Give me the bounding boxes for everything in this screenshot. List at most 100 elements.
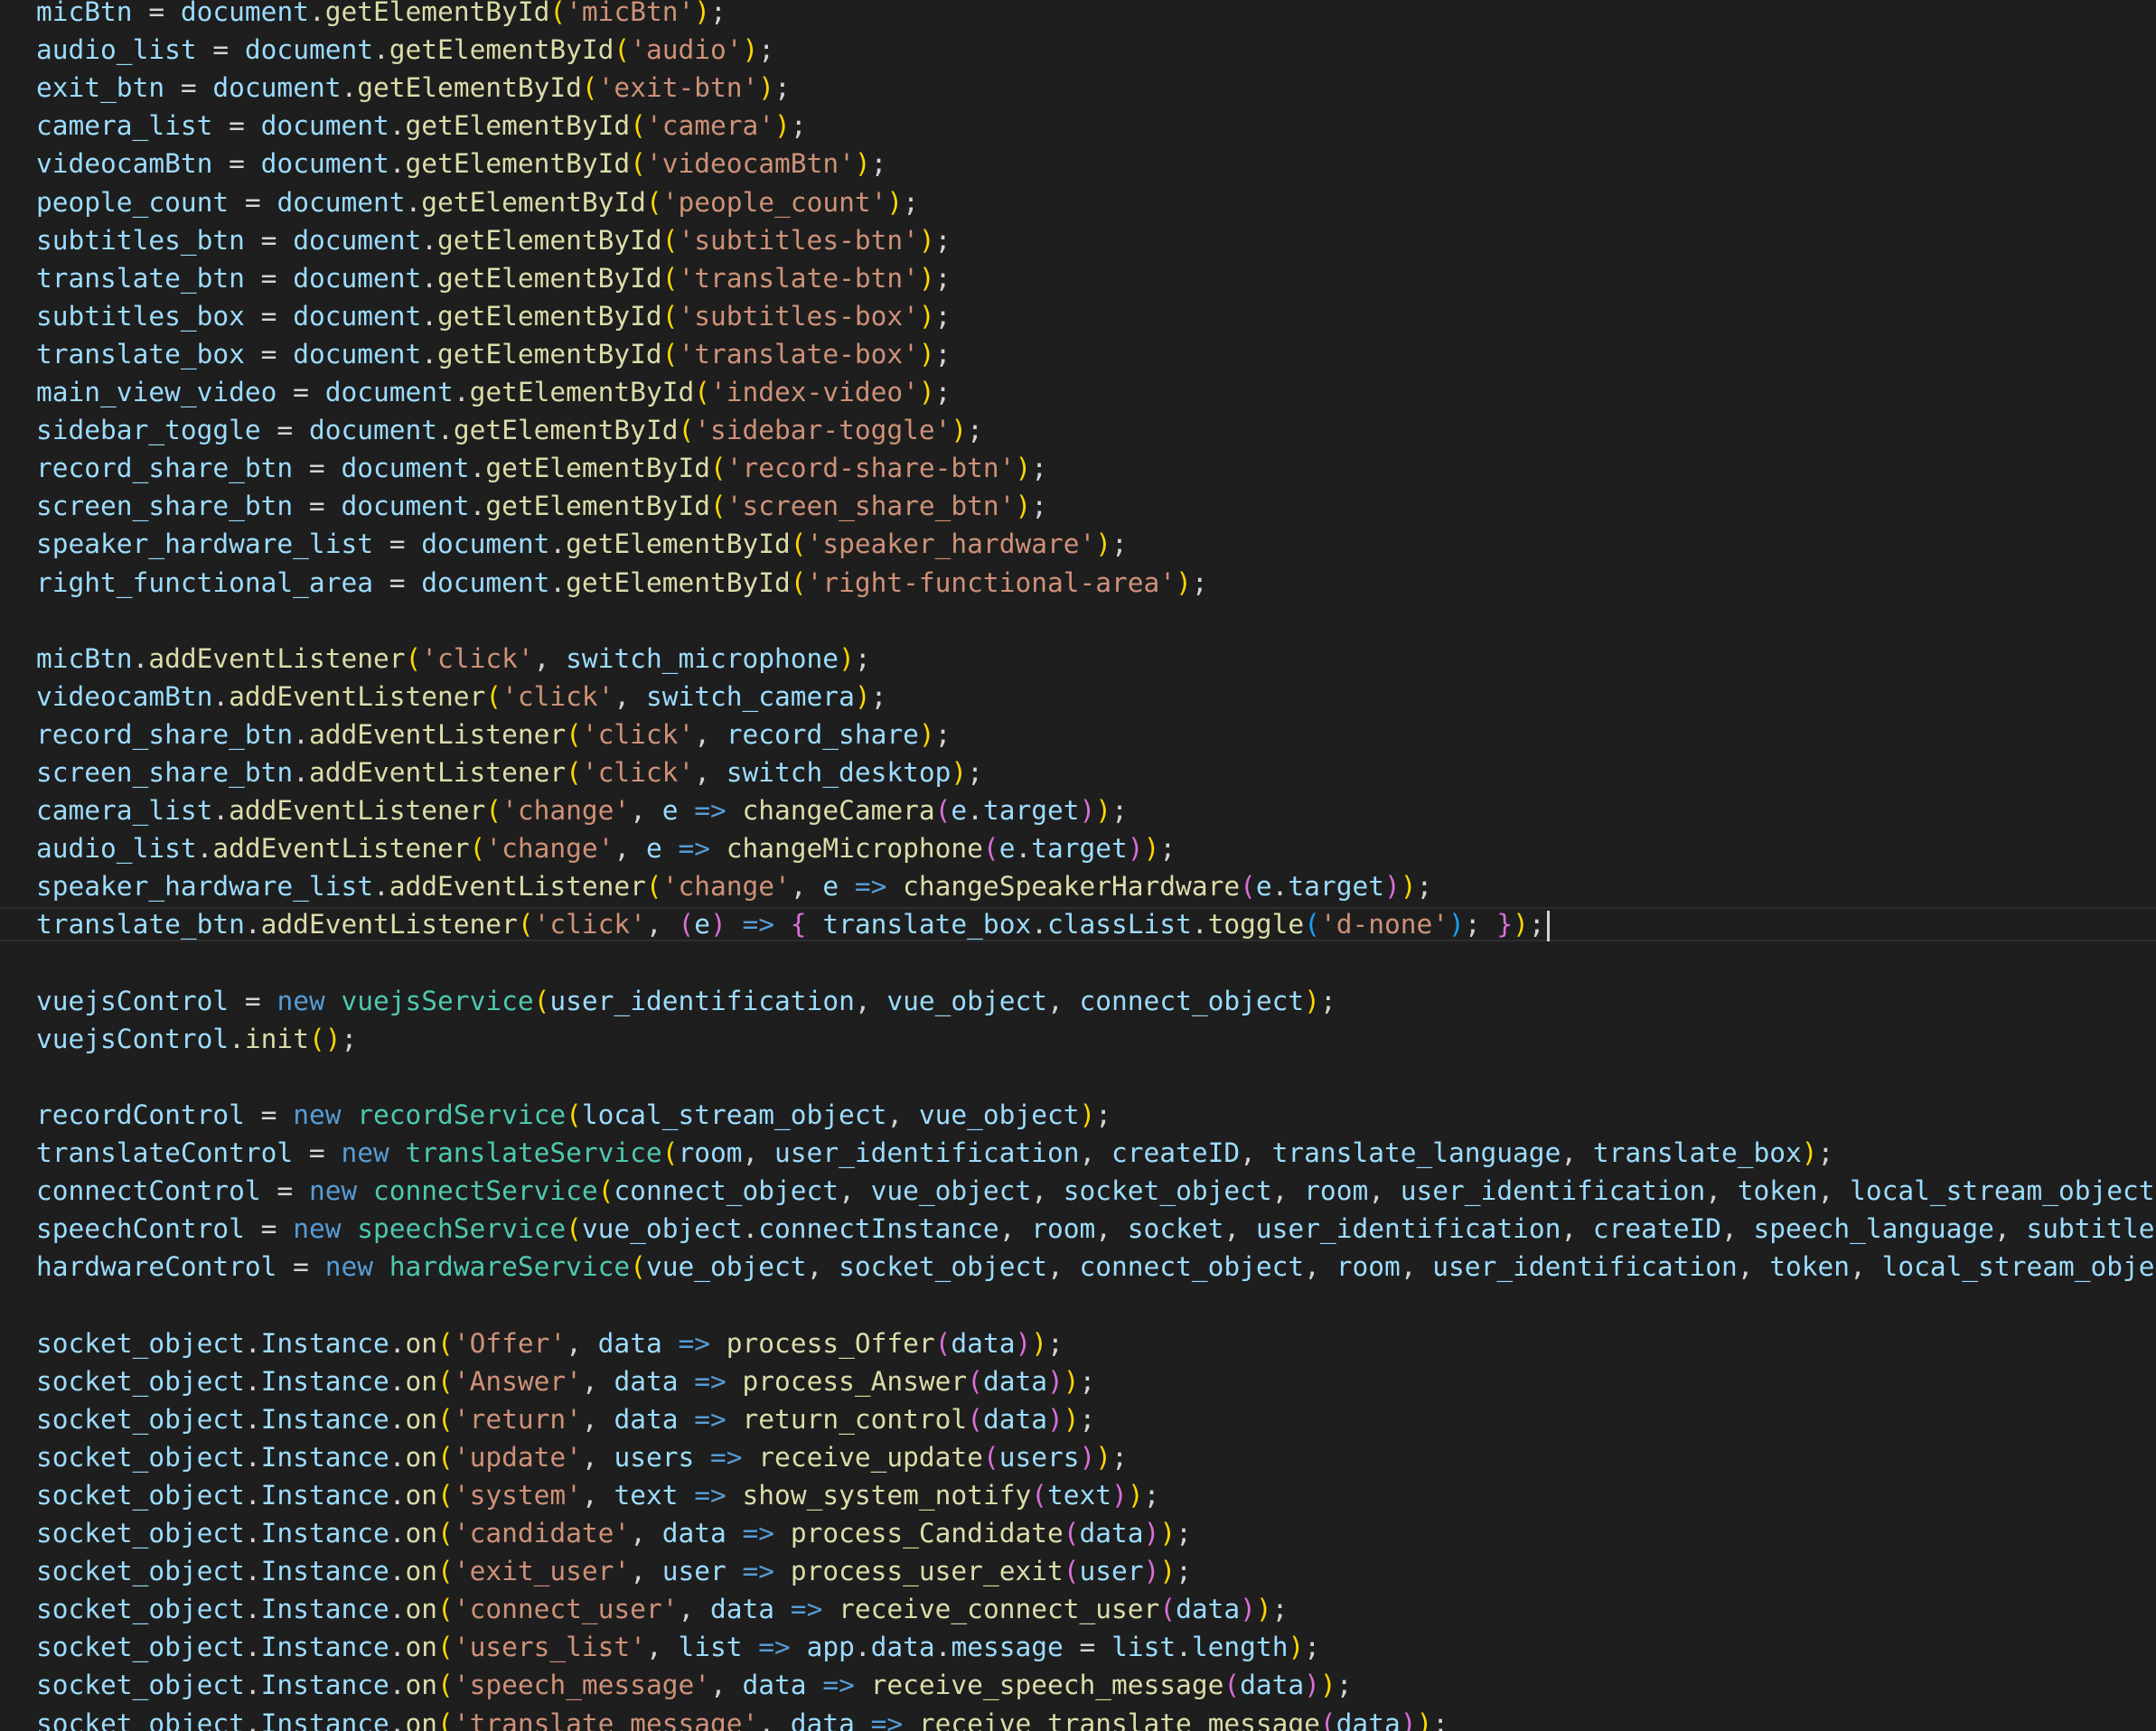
punctuation-token: .	[244, 909, 261, 940]
code-line[interactable]: socket_object.Instance.on('Answer', data…	[36, 1362, 1095, 1400]
code-line[interactable]: socket_object.Instance.on('speech_messag…	[36, 1666, 1352, 1704]
keyword-token: =>	[678, 1479, 743, 1511]
function-token: getElementById	[437, 338, 662, 370]
code-line[interactable]: socket_object.Instance.on('candidate', d…	[36, 1514, 1192, 1552]
class-token: recordService	[357, 1099, 567, 1130]
code-line[interactable]: videocamBtn.addEventListener('click', sw…	[36, 678, 886, 716]
code-line[interactable]: right_functional_area = document.getElem…	[36, 564, 1208, 602]
bracket-token: )	[1079, 1441, 1096, 1473]
code-line[interactable]: sidebar_toggle = document.getElementById…	[36, 411, 983, 449]
code-line[interactable]: record_share_btn.addEventListener('click…	[36, 716, 951, 753]
bracket-token: (	[469, 833, 486, 865]
string-token: 'screen_share_btn'	[726, 491, 1016, 522]
code-line[interactable]: socket_object.Instance.on('users_list', …	[36, 1628, 1320, 1666]
code-line[interactable]: camera_list.addEventListener('change', e…	[36, 791, 1128, 829]
code-line[interactable]: connectControl = new connectService(conn…	[36, 1172, 2156, 1210]
identifier-token: document	[293, 300, 422, 332]
bracket-token: )	[1127, 1479, 1144, 1511]
code-line[interactable]: audio_list = document.getElementById('au…	[36, 31, 774, 69]
code-line[interactable]: socket_object.Instance.on('exit_user', u…	[36, 1552, 1192, 1590]
code-line[interactable]: audio_list.addEventListener('change', e …	[36, 829, 1176, 867]
identifier-token: token	[1769, 1251, 1851, 1283]
identifier-token: document	[277, 186, 406, 218]
identifier-token: videocamBtn	[36, 148, 213, 180]
bracket-token: )	[1047, 1403, 1064, 1435]
code-line[interactable]: screen_share_btn.addEventListener('click…	[36, 753, 983, 791]
identifier-token: socket_object	[36, 1556, 245, 1587]
code-line[interactable]: translateControl = new translateService(…	[36, 1134, 1833, 1172]
identifier-token: right_functional_area	[36, 566, 373, 598]
function-token: on	[405, 1708, 438, 1731]
code-line[interactable]: exit_btn = document.getElementById('exit…	[36, 69, 791, 107]
punctuation-token: .	[244, 1708, 261, 1731]
code-line[interactable]: socket_object.Instance.on('update', user…	[36, 1438, 1128, 1476]
bracket-token: )	[1063, 1403, 1080, 1435]
code-line[interactable]: micBtn = document.getElementById('micBtn…	[36, 0, 726, 31]
punctuation-token: .	[549, 529, 567, 560]
code-line[interactable]: translate_btn = document.getElementById(…	[36, 259, 951, 297]
function-token: getElementById	[453, 415, 679, 446]
identifier-token: micBtn	[36, 642, 133, 674]
bracket-token: (	[694, 377, 710, 407]
bracket-token: (	[437, 1632, 454, 1663]
code-line[interactable]: videocamBtn = document.getElementById('v…	[36, 145, 886, 182]
punctuation-token: ,	[1095, 1213, 1128, 1245]
punctuation-token: .	[421, 262, 438, 294]
punctuation-token	[807, 909, 823, 940]
code-line[interactable]: subtitles_box = document.getElementById(…	[36, 297, 951, 335]
code-line[interactable]: recordControl = new recordService(local_…	[36, 1096, 1111, 1134]
identifier-token: document	[308, 415, 438, 446]
identifier-token: length	[1191, 1632, 1289, 1663]
code-line[interactable]: screen_share_btn = document.getElementBy…	[36, 487, 1047, 525]
code-line[interactable]: micBtn.addEventListener('click', switch_…	[36, 640, 871, 678]
code-line[interactable]: speaker_hardware_list.addEventListener('…	[36, 867, 1432, 905]
punctuation-token: =	[229, 186, 277, 218]
code-line[interactable]: vuejsControl = new vuejsService(user_ide…	[36, 982, 1336, 1020]
string-token: 'click'	[533, 909, 646, 940]
punctuation-token: ,	[645, 909, 679, 940]
punctuation-token: .	[293, 757, 309, 788]
identifier-token: socket_object	[36, 1327, 245, 1359]
identifier-token: user_identification	[1432, 1251, 1738, 1283]
bracket-token: )	[1079, 795, 1096, 827]
code-line[interactable]: speechControl = new speechService(vue_ob…	[36, 1210, 2156, 1248]
punctuation-token: ,	[998, 1213, 1032, 1245]
code-line[interactable]: socket_object.Instance.on('system', text…	[36, 1476, 1159, 1514]
punctuation-token: ,	[1031, 1175, 1064, 1207]
bracket-token: (	[437, 1518, 454, 1549]
string-token: 'click'	[581, 718, 695, 750]
code-line[interactable]: socket_object.Instance.on('translate_mes…	[36, 1705, 1448, 1731]
bracket-token: (	[967, 1403, 983, 1435]
punctuation-token: =	[260, 1175, 309, 1207]
bracket-token: (	[405, 642, 422, 674]
function-token: addEventListener	[260, 909, 518, 940]
keyword-token: =>	[694, 1441, 759, 1473]
code-line[interactable]: subtitles_btn = document.getElementById(…	[36, 221, 951, 259]
identifier-token: audio_list	[36, 34, 197, 66]
code-editor[interactable]: micBtn = document.getElementById('micBtn…	[0, 0, 2156, 1731]
code-line[interactable]: socket_object.Instance.on('connect_user'…	[36, 1590, 1288, 1628]
string-token: 'speaker_hardware'	[806, 529, 1096, 560]
code-line[interactable]: translate_btn.addEventListener('click', …	[36, 905, 1550, 943]
code-line[interactable]: translate_box = document.getElementById(…	[36, 335, 951, 373]
code-line[interactable]: people_count = document.getElementById('…	[36, 183, 919, 221]
punctuation-token: ,	[566, 1327, 598, 1359]
bracket-token: (	[661, 224, 679, 256]
identifier-token: data	[790, 1708, 855, 1731]
bracket-token: (	[437, 1479, 454, 1511]
code-line[interactable]: main_view_video = document.getElementByI…	[36, 373, 951, 411]
code-line[interactable]: hardwareControl = new hardwareService(vu…	[36, 1248, 2156, 1286]
code-line[interactable]: record_share_btn = document.getElementBy…	[36, 449, 1047, 487]
punctuation-token: .	[244, 1479, 261, 1511]
string-token: 'exit_user'	[453, 1556, 631, 1587]
punctuation-token: =	[1063, 1632, 1112, 1663]
code-line[interactable]: speaker_hardware_list = document.getElem…	[36, 525, 1128, 563]
punctuation-token: ;	[1176, 1518, 1192, 1549]
punctuation-token: ,	[1271, 1175, 1305, 1207]
code-line[interactable]: socket_object.Instance.on('Offer', data …	[36, 1324, 1064, 1362]
code-line[interactable]: vuejsControl.init();	[36, 1020, 357, 1058]
bracket-token: )	[709, 909, 726, 940]
identifier-token: list	[678, 1632, 743, 1663]
code-line[interactable]: camera_list = document.getElementById('c…	[36, 107, 807, 145]
code-line[interactable]: socket_object.Instance.on('return', data…	[36, 1400, 1095, 1438]
